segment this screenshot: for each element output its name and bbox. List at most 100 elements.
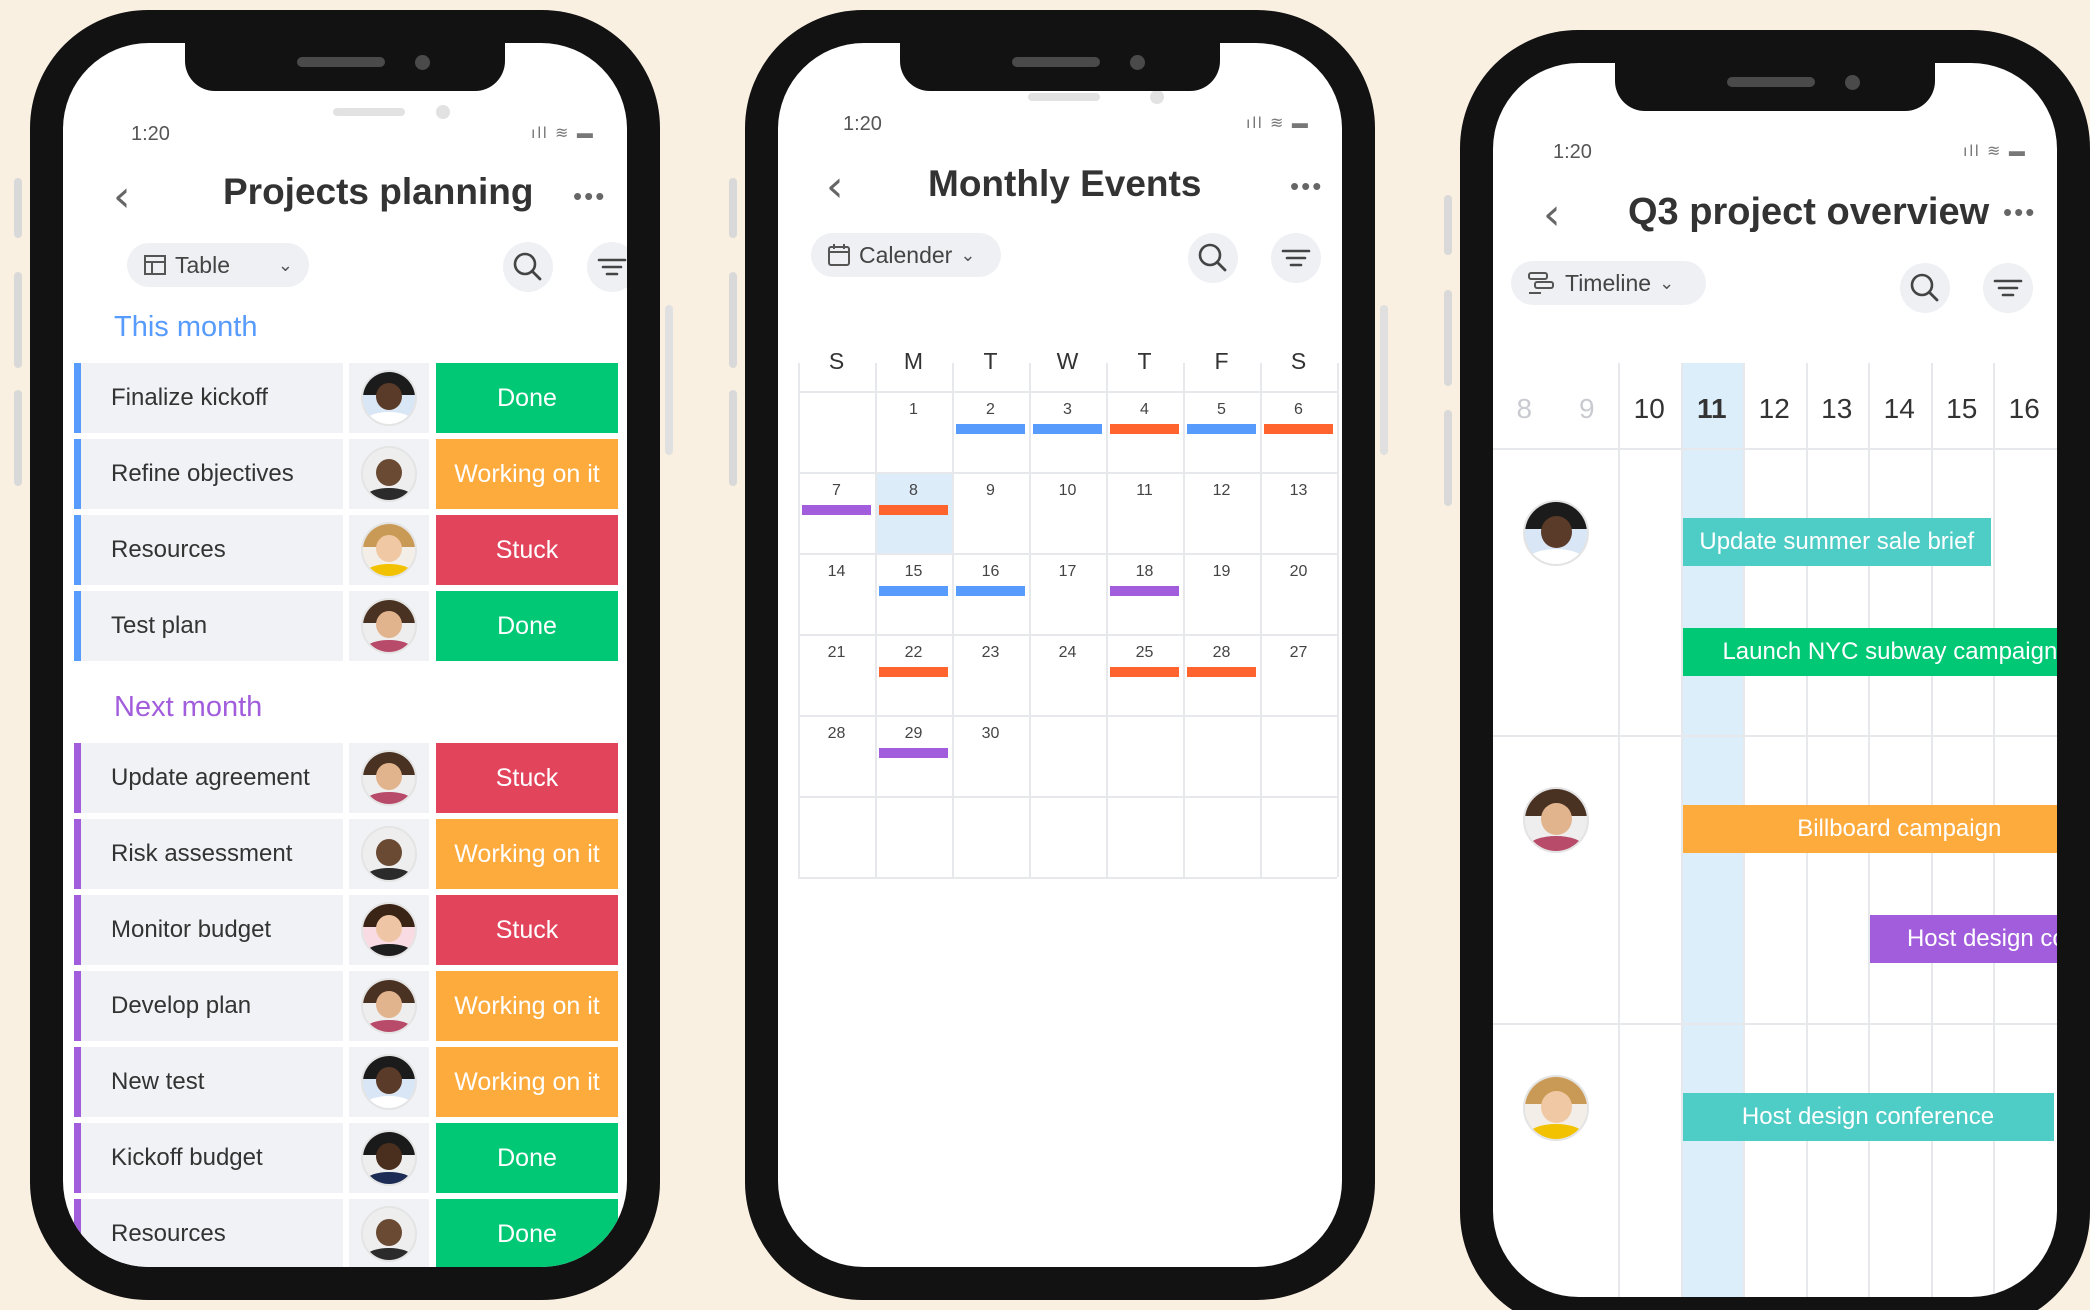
status-cell[interactable]: Working on it: [436, 439, 618, 509]
search-button[interactable]: [1188, 233, 1238, 283]
calendar-day[interactable]: 9: [952, 482, 1029, 500]
event-bar[interactable]: [802, 505, 871, 515]
table-row[interactable]: Monitor budget Stuck: [74, 895, 619, 965]
event-bar[interactable]: [879, 586, 948, 596]
calendar-day[interactable]: 19: [1183, 563, 1260, 581]
person-cell[interactable]: [349, 363, 429, 433]
calendar-day[interactable]: 15: [875, 563, 952, 581]
table-row[interactable]: Refine objectives Working on it: [74, 439, 619, 509]
item-name[interactable]: Resources: [81, 1199, 343, 1267]
status-cell[interactable]: Stuck: [436, 895, 618, 965]
item-name[interactable]: Kickoff budget: [81, 1123, 343, 1193]
status-cell[interactable]: Stuck: [436, 743, 618, 813]
table-row[interactable]: Risk assessment Working on it: [74, 819, 619, 889]
calendar-day[interactable]: 6: [1260, 401, 1337, 419]
status-cell[interactable]: Done: [436, 1123, 618, 1193]
calendar-day[interactable]: 21: [798, 644, 875, 662]
event-bar[interactable]: [1187, 424, 1256, 434]
timeline-task[interactable]: Host design conference: [1682, 1093, 2054, 1141]
person-cell[interactable]: [349, 1047, 429, 1117]
person-cell[interactable]: [349, 515, 429, 585]
event-bar[interactable]: [1033, 424, 1102, 434]
status-cell[interactable]: Working on it: [436, 819, 618, 889]
calendar-day[interactable]: 1: [875, 401, 952, 419]
filter-button[interactable]: [1983, 263, 2033, 313]
event-bar[interactable]: [1110, 586, 1179, 596]
timeline-task[interactable]: Billboard campaign: [1682, 805, 2057, 853]
person-cell[interactable]: [349, 591, 429, 661]
more-options-icon[interactable]: •••: [573, 181, 606, 212]
calendar-day[interactable]: 10: [1029, 482, 1106, 500]
event-bar[interactable]: [1110, 667, 1179, 677]
event-bar[interactable]: [956, 424, 1025, 434]
item-name[interactable]: New test: [81, 1047, 343, 1117]
back-arrow-icon[interactable]: ‹: [1543, 193, 1561, 237]
calendar-day[interactable]: 3: [1029, 401, 1106, 419]
calendar-day[interactable]: 8: [875, 482, 952, 500]
calendar-day[interactable]: 23: [952, 644, 1029, 662]
search-button[interactable]: [1900, 263, 1950, 313]
item-name[interactable]: Monitor budget: [81, 895, 343, 965]
calendar-day[interactable]: 4: [1106, 401, 1183, 419]
event-bar[interactable]: [1187, 667, 1256, 677]
calendar-day[interactable]: 20: [1260, 563, 1337, 581]
item-name[interactable]: Update agreement: [81, 743, 343, 813]
more-options-icon[interactable]: •••: [1290, 171, 1323, 202]
item-name[interactable]: Refine objectives: [81, 439, 343, 509]
view-selector-timeline[interactable]: Timeline ⌄: [1511, 261, 1706, 305]
person-cell[interactable]: [349, 895, 429, 965]
event-bar[interactable]: [879, 667, 948, 677]
calendar-day[interactable]: 27: [1260, 644, 1337, 662]
person-cell[interactable]: [349, 1199, 429, 1267]
status-cell[interactable]: Working on it: [436, 971, 618, 1041]
table-row[interactable]: Finalize kickoff Done: [74, 363, 619, 433]
status-cell[interactable]: Done: [436, 1199, 618, 1267]
person-cell[interactable]: [349, 1123, 429, 1193]
status-cell[interactable]: Stuck: [436, 515, 618, 585]
item-name[interactable]: Risk assessment: [81, 819, 343, 889]
timeline-task[interactable]: Host design con: [1870, 915, 2057, 963]
table-row[interactable]: Kickoff budget Done: [74, 1123, 619, 1193]
filter-button[interactable]: [587, 242, 627, 292]
timeline-task[interactable]: Launch NYC subway campaign: [1682, 628, 2057, 676]
table-row[interactable]: Test plan Done: [74, 591, 619, 661]
table-row[interactable]: New test Working on it: [74, 1047, 619, 1117]
table-row[interactable]: Resources Done: [74, 1199, 619, 1267]
item-name[interactable]: Develop plan: [81, 971, 343, 1041]
event-bar[interactable]: [879, 748, 948, 758]
event-bar[interactable]: [879, 505, 948, 515]
calendar-day[interactable]: 2: [952, 401, 1029, 419]
event-bar[interactable]: [956, 586, 1025, 596]
status-cell[interactable]: Working on it: [436, 1047, 618, 1117]
calendar-day[interactable]: 13: [1260, 482, 1337, 500]
calendar-day[interactable]: 24: [1029, 644, 1106, 662]
more-options-icon[interactable]: •••: [2003, 197, 2036, 228]
calendar-day[interactable]: 14: [798, 563, 875, 581]
calendar-day[interactable]: 7: [798, 482, 875, 500]
calendar-day[interactable]: 18: [1106, 563, 1183, 581]
calendar-day[interactable]: 28: [798, 725, 875, 743]
back-arrow-icon[interactable]: ‹: [113, 175, 131, 219]
event-bar[interactable]: [1110, 424, 1179, 434]
item-name[interactable]: Resources: [81, 515, 343, 585]
person-cell[interactable]: [349, 971, 429, 1041]
table-row[interactable]: Develop plan Working on it: [74, 971, 619, 1041]
status-cell[interactable]: Done: [436, 591, 618, 661]
person-cell[interactable]: [349, 439, 429, 509]
table-row[interactable]: Resources Stuck: [74, 515, 619, 585]
calendar-day[interactable]: 28: [1183, 644, 1260, 662]
person-cell[interactable]: [349, 819, 429, 889]
event-bar[interactable]: [1264, 424, 1333, 434]
calendar-day[interactable]: 22: [875, 644, 952, 662]
calendar-day[interactable]: 30: [952, 725, 1029, 743]
calendar-day[interactable]: 16: [952, 563, 1029, 581]
timeline-task[interactable]: Update summer sale brief: [1682, 518, 1991, 566]
table-row[interactable]: Update agreement Stuck: [74, 743, 619, 813]
status-cell[interactable]: Done: [436, 363, 618, 433]
calendar-day[interactable]: 11: [1106, 482, 1183, 500]
person-cell[interactable]: [349, 743, 429, 813]
view-selector-table[interactable]: Table ⌄: [127, 243, 309, 287]
view-selector-calendar[interactable]: Calender ⌄: [811, 233, 1001, 277]
calendar-day[interactable]: 25: [1106, 644, 1183, 662]
back-arrow-icon[interactable]: ‹: [826, 165, 844, 209]
